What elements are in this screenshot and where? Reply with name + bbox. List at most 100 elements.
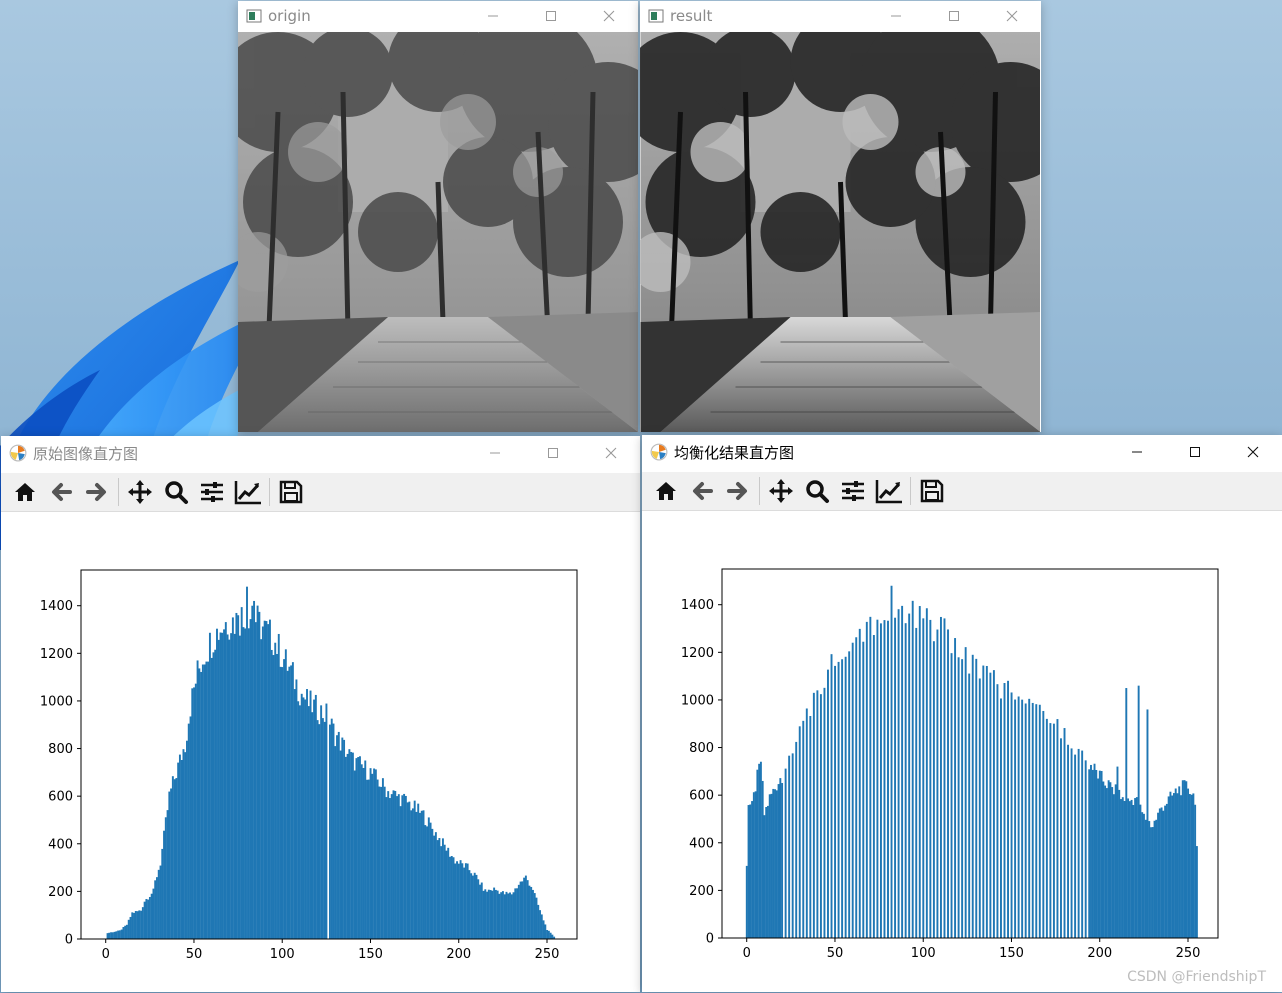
- forward-button[interactable]: [79, 475, 115, 509]
- histogram-chart-equalized: 0 50 100 150 200 250 0 200 400 600 800 1000 1200 1400: [681, 568, 1219, 961]
- forward-button[interactable]: [720, 474, 756, 508]
- edit-axis-button[interactable]: [230, 475, 266, 509]
- histogram-bar: [479, 884, 481, 939]
- histogram-bar: [258, 611, 261, 939]
- back-button[interactable]: [43, 475, 79, 509]
- minimize-button[interactable]: [867, 1, 925, 31]
- maximize-button[interactable]: [522, 1, 580, 31]
- histogram-bar: [1105, 788, 1108, 938]
- histogram-bar: [1107, 780, 1110, 938]
- histogram-bar: [505, 891, 508, 939]
- histogram-bar: [302, 697, 305, 939]
- histogram-bar: [1172, 793, 1175, 938]
- histogram-bar: [201, 664, 204, 939]
- zoom-button[interactable]: [799, 474, 835, 508]
- histogram-bar: [228, 639, 231, 939]
- histogram-bar: [827, 669, 829, 938]
- histogram-bar: [187, 723, 190, 939]
- save-button[interactable]: [273, 475, 309, 509]
- result-titlebar[interactable]: result: [640, 1, 1041, 31]
- minimize-button[interactable]: [1108, 435, 1166, 469]
- save-button[interactable]: [914, 474, 950, 508]
- histogram-bar: [1038, 704, 1041, 938]
- histogram-bar: [265, 621, 268, 939]
- histogram-bar: [1185, 781, 1188, 938]
- histogram-bar: [524, 875, 527, 939]
- histogram-bar: [339, 750, 342, 939]
- figure-canvas[interactable]: 0 50 100 150 200 250 0 200 400 600 800 1000 1200 1400: [642, 511, 1282, 992]
- figure-canvas[interactable]: 0 50 100 150 200 250 0 200 400 600 800 1000 1200 1400: [1, 512, 640, 992]
- home-button[interactable]: [648, 474, 684, 508]
- histogram-bar: [461, 863, 464, 939]
- histogram-bar: [108, 932, 111, 939]
- histogram-bar: [809, 716, 812, 938]
- histogram-bar: [509, 892, 511, 939]
- window-title: 均衡化结果直方图: [674, 443, 795, 462]
- histogram-bar: [1118, 789, 1121, 938]
- histogram-bar: [500, 892, 503, 939]
- histogram-bar: [376, 779, 379, 939]
- histogram-bar: [360, 764, 363, 939]
- histogram-bar: [498, 893, 501, 939]
- maximize-button[interactable]: [925, 1, 983, 31]
- y-tick-label: 800: [689, 741, 714, 756]
- histogram-bar: [122, 927, 125, 939]
- histogram-bar: [216, 628, 218, 939]
- histogram-bar: [1144, 819, 1147, 938]
- histogram-bar: [247, 628, 250, 939]
- zoom-button[interactable]: [158, 475, 194, 509]
- histogram-bar: [834, 665, 837, 938]
- configure-subplots-button[interactable]: [835, 474, 871, 508]
- histogram-bar: [1160, 807, 1163, 938]
- histogram-bar: [798, 726, 801, 938]
- histogram-bar: [355, 758, 358, 939]
- pan-button[interactable]: [763, 474, 799, 508]
- histogram-bar: [380, 786, 383, 939]
- minimize-button[interactable]: [464, 1, 522, 31]
- origin-titlebar[interactable]: origin: [238, 1, 638, 31]
- histogram-bar: [118, 930, 121, 939]
- pan-button[interactable]: [122, 475, 158, 509]
- histogram-bar: [1148, 821, 1151, 938]
- histogram-bar: [214, 649, 217, 939]
- histogram-bar: [156, 877, 158, 939]
- origin-window: origin: [238, 1, 638, 432]
- histogram-bar: [1017, 696, 1020, 938]
- hist-equalized-titlebar[interactable]: 均衡化结果直方图: [642, 435, 1282, 469]
- histogram-bar: [1100, 770, 1103, 938]
- minimize-button[interactable]: [466, 436, 524, 470]
- configure-subplots-button[interactable]: [194, 475, 230, 509]
- maximize-button[interactable]: [524, 436, 582, 470]
- histogram-bar: [894, 617, 897, 938]
- histogram-bar: [424, 825, 427, 939]
- histogram-bar: [350, 751, 353, 939]
- close-button[interactable]: [983, 1, 1041, 31]
- histogram-bar: [1070, 748, 1073, 938]
- histogram-bar: [883, 620, 886, 938]
- histogram-bar: [194, 683, 197, 939]
- hist-original-titlebar[interactable]: 原始图像直方图: [1, 436, 640, 470]
- histogram-bar: [320, 705, 323, 939]
- histogram-bar: [309, 690, 312, 939]
- histogram-bar: [454, 863, 457, 939]
- close-button[interactable]: [1224, 435, 1282, 469]
- histogram-bar: [1021, 699, 1024, 938]
- histogram-bar: [433, 835, 436, 939]
- histogram-bar: [752, 792, 755, 938]
- maximize-button[interactable]: [1166, 435, 1224, 469]
- histogram-bar: [549, 932, 552, 939]
- home-button[interactable]: [7, 475, 43, 509]
- histogram-bar: [1010, 692, 1013, 938]
- histogram-bar: [932, 641, 935, 938]
- y-tick-label: 400: [689, 836, 714, 851]
- histogram-bar: [193, 687, 196, 939]
- y-tick-label: 400: [48, 837, 73, 852]
- y-tick-label: 1200: [681, 646, 714, 661]
- back-button[interactable]: [684, 474, 720, 508]
- configure-subplots-icon: [842, 481, 864, 501]
- close-button[interactable]: [580, 1, 638, 31]
- histogram-bar: [1081, 750, 1084, 938]
- edit-axis-button[interactable]: [871, 474, 907, 508]
- histogram-bar: [410, 810, 413, 939]
- close-button[interactable]: [582, 436, 640, 470]
